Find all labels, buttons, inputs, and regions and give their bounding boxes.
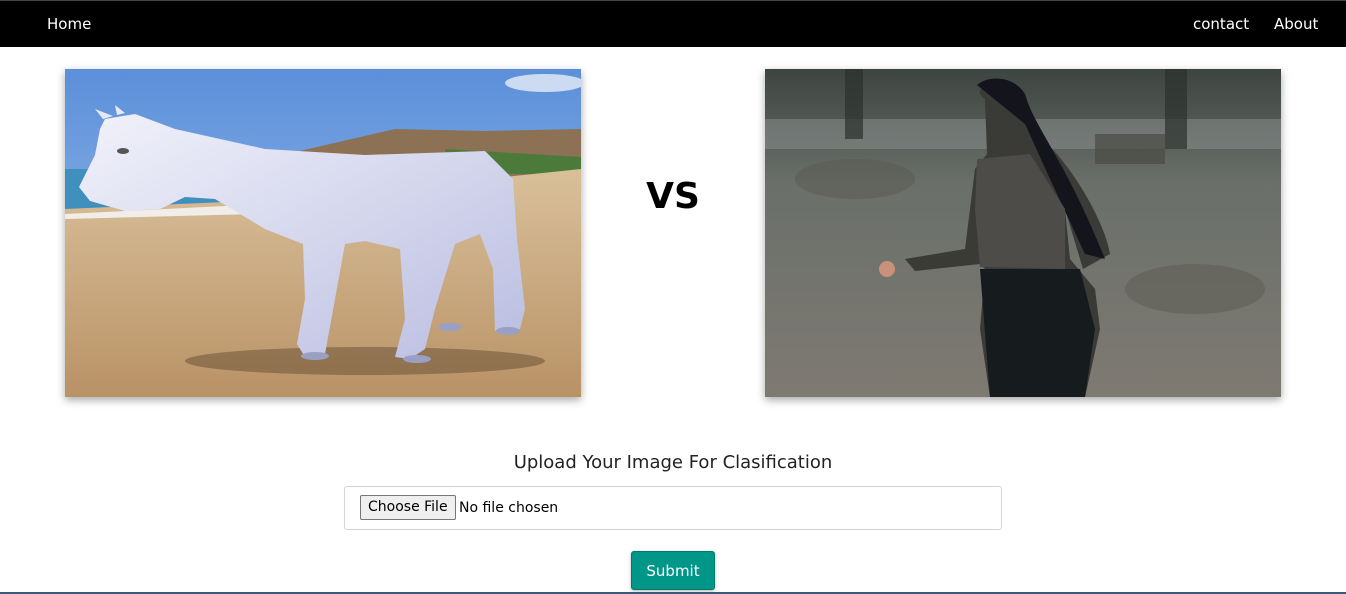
nav-home-link[interactable]: Home [47,15,91,33]
vs-label: VS [646,176,700,217]
woman-image [765,69,1281,397]
file-status-text: No file chosen [459,500,559,516]
file-input-container: Choose File No file chosen [344,486,1002,530]
upload-title: Upload Your Image For Clasification [513,452,833,473]
choose-file-button[interactable]: Choose File [360,495,456,520]
nav-contact-link[interactable]: contact [1193,15,1249,33]
nav-about-link[interactable]: About [1274,15,1318,33]
submit-button[interactable]: Submit [631,551,715,590]
navbar: Home contact About [0,0,1346,47]
horse-image [65,69,581,397]
